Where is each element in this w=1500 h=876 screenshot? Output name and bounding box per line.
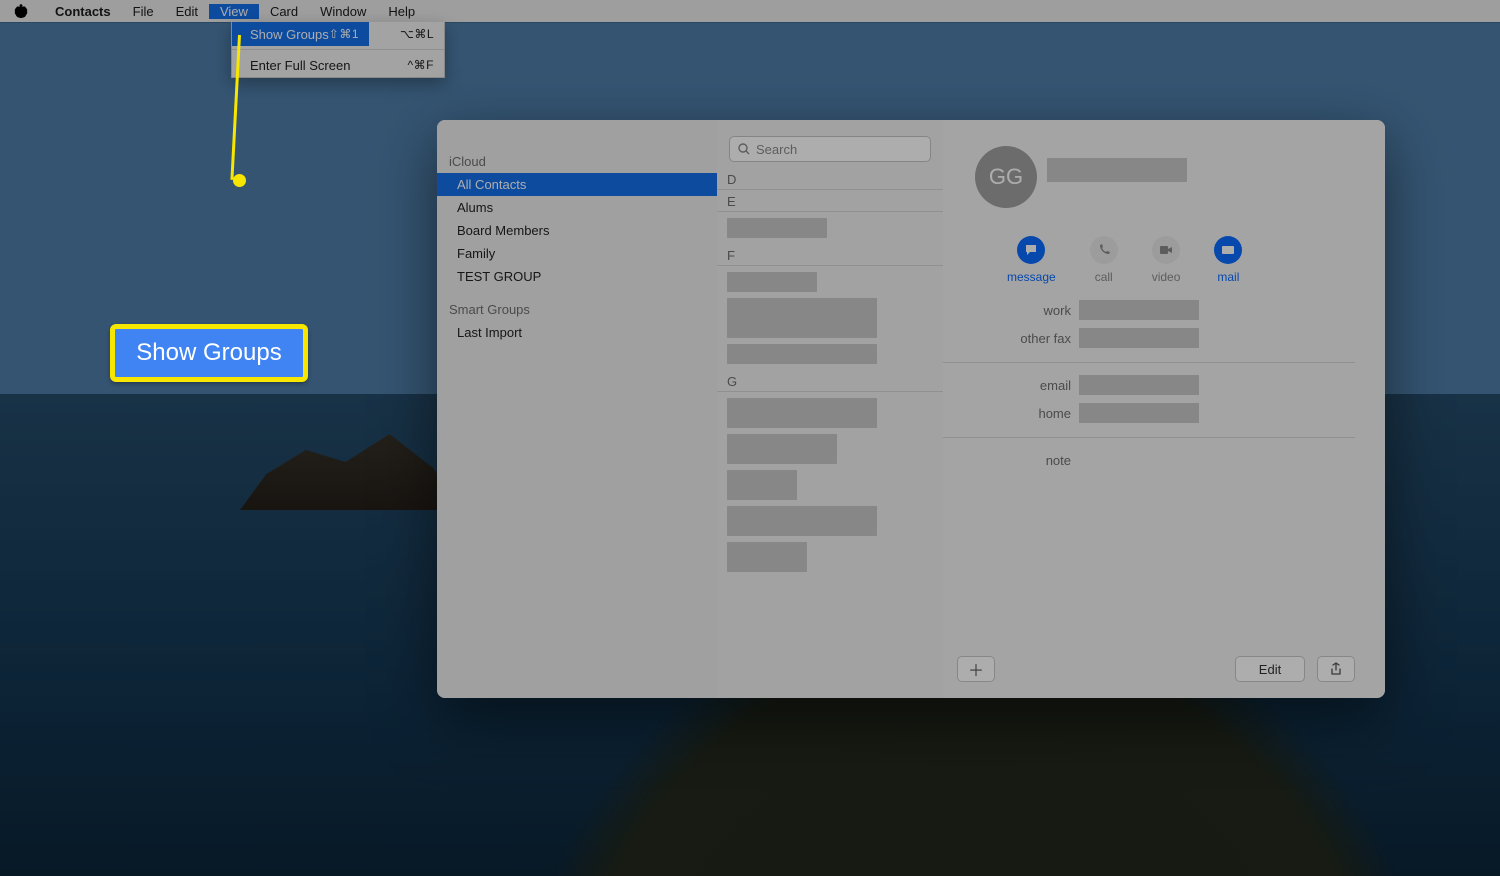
menu-item-shortcut: ^⌘F: [408, 58, 434, 72]
redacted-value: [1079, 328, 1199, 348]
menu-item-shortcut: ⌥⌘L: [400, 27, 434, 41]
redacted-contact[interactable]: [727, 272, 817, 292]
contacts-window: iCloud All Contacts Alums Board Members …: [437, 120, 1385, 698]
contact-card-panel: GG message call video mail work other fax e…: [943, 120, 1385, 698]
sidebar-section-smart-groups: Smart Groups: [437, 298, 717, 321]
apple-menu-icon[interactable]: [14, 4, 28, 18]
callout-label: Show Groups: [110, 324, 308, 382]
field-label-other-fax: other fax: [943, 331, 1079, 346]
mail-icon: [1214, 236, 1242, 264]
menu-item-label: Enter Full Screen: [250, 58, 350, 73]
redacted-contact[interactable]: [727, 506, 877, 536]
sidebar-item-family[interactable]: Family: [437, 242, 717, 265]
groups-sidebar: iCloud All Contacts Alums Board Members …: [437, 120, 718, 698]
action-message[interactable]: message: [1007, 236, 1056, 284]
mountain-shape: [240, 430, 460, 510]
edit-button[interactable]: Edit: [1235, 656, 1305, 682]
action-label: message: [1007, 270, 1056, 284]
action-label: mail: [1217, 270, 1239, 284]
search-field[interactable]: Search: [729, 136, 931, 162]
list-section-g: G: [717, 370, 943, 392]
share-icon: [1329, 662, 1343, 676]
action-label: call: [1095, 270, 1113, 284]
redacted-contact[interactable]: [727, 218, 827, 238]
callout-dot: [233, 174, 246, 187]
video-icon: [1152, 236, 1180, 264]
menu-app-name[interactable]: Contacts: [44, 4, 122, 19]
menu-bar: Contacts File Edit View Card Window Help: [0, 0, 1500, 22]
menu-card[interactable]: Card: [259, 4, 309, 19]
field-label-email: email: [943, 378, 1079, 393]
list-section-d: D: [717, 168, 943, 190]
menu-help[interactable]: Help: [377, 4, 426, 19]
field-label-note: note: [943, 453, 1079, 468]
list-section-e: E: [717, 190, 943, 212]
redacted-name: [1047, 158, 1187, 182]
menu-edit[interactable]: Edit: [165, 4, 209, 19]
redacted-contact[interactable]: [727, 470, 797, 500]
search-icon: [738, 143, 750, 155]
menu-separator: [232, 49, 444, 50]
phone-icon: [1090, 236, 1118, 264]
action-mail[interactable]: mail: [1214, 236, 1242, 284]
redacted-contact[interactable]: [727, 434, 837, 464]
list-section-f: F: [717, 244, 943, 266]
menu-view[interactable]: View: [209, 4, 259, 19]
action-call[interactable]: call: [1090, 236, 1118, 284]
menu-window[interactable]: Window: [309, 4, 377, 19]
menu-item-show-groups[interactable]: Show Groups ⇧⌘1: [232, 22, 369, 46]
redacted-value: [1079, 300, 1199, 320]
redacted-value: [1079, 375, 1199, 395]
share-button[interactable]: [1317, 656, 1355, 682]
menu-item-enter-full-screen[interactable]: Enter Full Screen ^⌘F: [232, 53, 444, 77]
sidebar-item-board-members[interactable]: Board Members: [437, 219, 717, 242]
redacted-contact[interactable]: [727, 542, 807, 572]
avatar[interactable]: GG: [975, 146, 1037, 208]
redacted-contact[interactable]: [727, 398, 877, 428]
sidebar-item-alums[interactable]: Alums: [437, 196, 717, 219]
menu-file[interactable]: File: [122, 4, 165, 19]
sidebar-item-test-group[interactable]: TEST GROUP: [437, 265, 717, 288]
sidebar-item-all-contacts[interactable]: All Contacts: [437, 173, 717, 196]
sidebar-section-icloud: iCloud: [437, 150, 717, 173]
field-label-work: work: [943, 303, 1079, 318]
menu-item-shortcut: ⇧⌘1: [329, 27, 359, 41]
redacted-contact[interactable]: [727, 344, 877, 364]
action-video[interactable]: video: [1152, 236, 1181, 284]
redacted-contact[interactable]: [727, 298, 877, 338]
add-contact-button[interactable]: ＋: [957, 656, 995, 682]
view-menu-dropdown: Show Groups ⇧⌘1 Hide Last Import ⌥⌘L Ent…: [231, 22, 445, 78]
action-label: video: [1152, 270, 1181, 284]
search-placeholder: Search: [756, 142, 797, 157]
contacts-list-column: Search D E F G: [717, 120, 944, 698]
sidebar-item-last-import[interactable]: Last Import: [437, 321, 717, 344]
chat-icon: [1017, 236, 1045, 264]
redacted-value: [1079, 403, 1199, 423]
menu-item-label: Show Groups: [250, 27, 329, 42]
field-label-home: home: [943, 406, 1079, 421]
